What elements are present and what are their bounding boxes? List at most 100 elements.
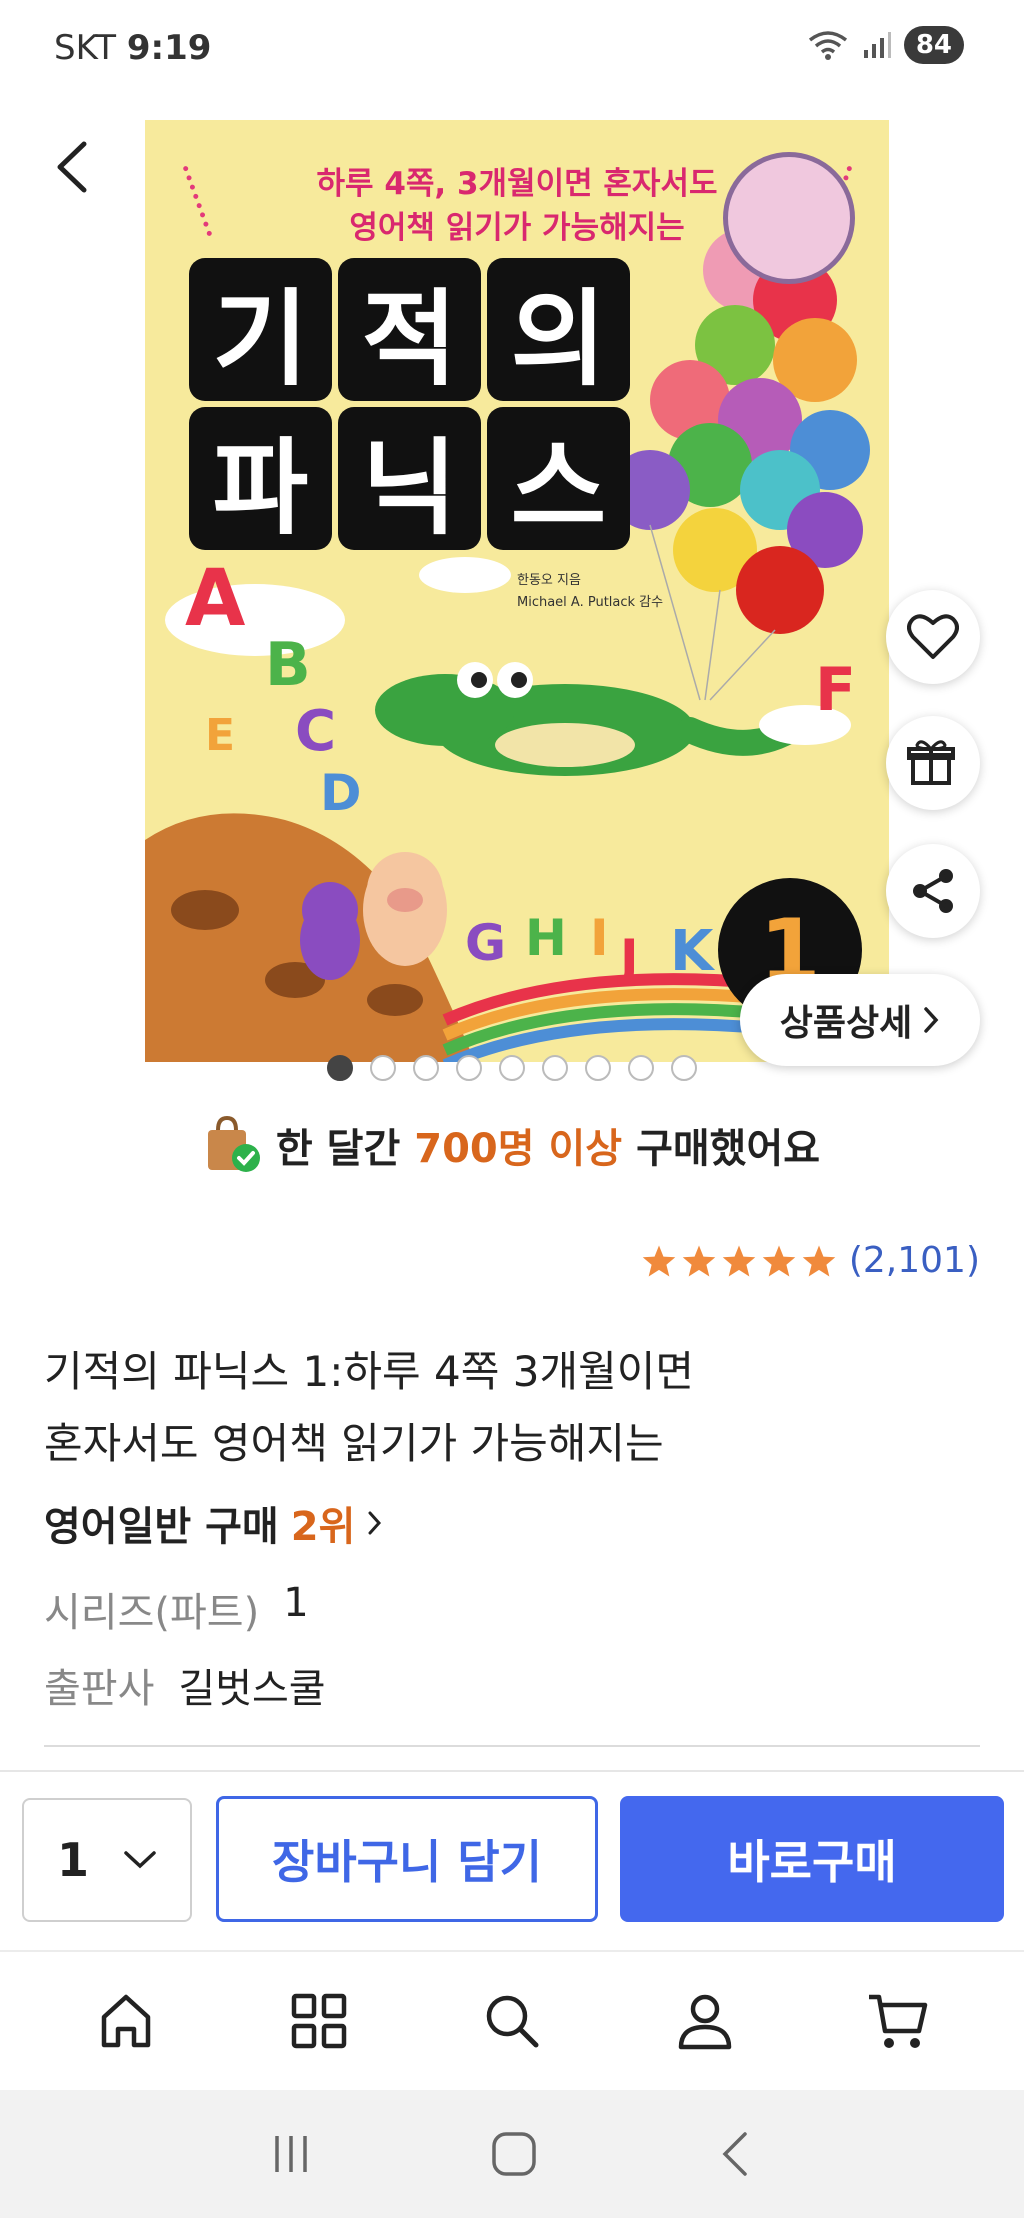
star-icon [722, 1244, 756, 1277]
pagination-dot[interactable] [456, 1055, 482, 1081]
status-time: SKT 9:19 [54, 28, 211, 68]
pagination-dot[interactable] [413, 1055, 439, 1081]
tab-home[interactable] [66, 1961, 186, 2081]
buy-now-button[interactable]: 바로구매 [620, 1796, 1004, 1922]
system-navigation-bar [0, 2090, 1024, 2218]
banner-prefix: 한 달간 [275, 1126, 401, 1172]
star-icon [802, 1244, 836, 1277]
home-button-icon[interactable] [490, 2130, 538, 2178]
divider [44, 1745, 980, 1747]
shopping-bag-check-icon [207, 1116, 260, 1172]
svg-text:C: C [295, 699, 336, 764]
letter-a: A [185, 554, 245, 644]
series-value: 1 [283, 1580, 309, 1626]
product-title: 기적의 파닉스 1:하루 4쪽 3개월이면 혼자서도 영어책 읽기가 가능해지는 [44, 1336, 924, 1480]
series-label: 시리즈(파트) [44, 1590, 260, 1636]
wishlist-button[interactable] [886, 590, 980, 684]
svg-text:H: H [525, 909, 567, 967]
chevron-down-icon [124, 1851, 156, 1869]
svg-text:J: J [617, 929, 639, 987]
rating[interactable]: (2,101) [641, 1240, 980, 1281]
rank-value: 2위 [290, 1504, 356, 1550]
cover-title-char: 적 [338, 258, 481, 401]
cover-title-char: 닉 [338, 407, 481, 550]
pagination-dot[interactable] [327, 1055, 353, 1081]
cover-author-line2: Michael A. Putlack 감수 [517, 595, 664, 610]
series-row: 시리즈(파트) 1 [44, 1580, 309, 1638]
svg-text:E: E [205, 710, 235, 761]
pagination-dot[interactable] [671, 1055, 697, 1081]
rank-category: 영어일반 구매 [44, 1504, 279, 1550]
pagination-dot[interactable] [499, 1055, 525, 1081]
tab-category[interactable] [259, 1961, 379, 2081]
add-to-cart-button[interactable]: 장바구니 담기 [216, 1796, 598, 1922]
action-bar-border [0, 1770, 1024, 1772]
product-image[interactable]: A B C D E F G H I J K 1 하루 4쪽, 3개월이면 혼자서… [145, 120, 889, 1062]
status-icons: 84 [806, 26, 964, 64]
system-back-icon[interactable] [715, 2130, 755, 2178]
search-icon [486, 1995, 539, 2048]
cover-title-char: 기 [189, 258, 332, 401]
publisher-value[interactable]: 길벗스쿨 [178, 1656, 325, 1714]
carrier-label: SKT [54, 28, 117, 68]
cover-subtitle-line1: 하루 4쪽, 3개월이면 혼자서도 [316, 166, 718, 202]
balloons [610, 228, 870, 701]
cover-subtitle-line2: 영어책 읽기가 가능해지는 [349, 210, 685, 246]
tab-search[interactable] [452, 1961, 572, 2081]
clock-label: 9:19 [126, 28, 212, 68]
svg-text:I: I [590, 909, 609, 967]
review-count[interactable]: (2,101) [849, 1240, 980, 1281]
category-grid-icon [291, 1993, 347, 2049]
cover-title-char: 스 [487, 407, 630, 550]
cover-title-char: 파 [189, 407, 332, 550]
category-rank-link[interactable]: 영어일반 구매 2위 [44, 1494, 383, 1552]
gift-button[interactable] [886, 716, 980, 810]
tab-cart[interactable] [838, 1961, 958, 2081]
star-icon [762, 1244, 796, 1277]
publisher-row: 출판사 길벗스쿨 [44, 1656, 326, 1714]
home-icon [102, 1994, 151, 2048]
share-button[interactable] [886, 844, 980, 938]
crocodile [375, 662, 818, 776]
pagination-dot[interactable] [628, 1055, 654, 1081]
cover-title-char: 의 [487, 258, 630, 401]
product-detail-button[interactable]: 상품상세 [740, 974, 980, 1066]
svg-text:K: K [670, 919, 716, 984]
cover-author: 한동오 지음 Michael A. Putlack 감수 [517, 570, 663, 614]
quantity-value: 1 [56, 1833, 89, 1887]
series-badge [723, 152, 855, 284]
publisher-label: 출판사 [44, 1666, 155, 1712]
back-button[interactable] [44, 132, 104, 202]
status-bar: SKT 9:19 84 [0, 0, 1024, 96]
bottom-tabbar [0, 1952, 1024, 2090]
product-detail-label: 상품상세 [779, 1003, 913, 1044]
banner-highlight: 700명 이상 [414, 1126, 623, 1172]
svg-text:B: B [265, 630, 311, 700]
tab-my[interactable] [645, 1961, 765, 2081]
product-title-line1: 기적의 파닉스 1:하루 4쪽 3개월이면 [44, 1347, 695, 1396]
pagination-dot[interactable] [370, 1055, 396, 1081]
chevron-right-icon [368, 1511, 382, 1535]
chevron-left-icon [57, 141, 87, 193]
product-title-line2: 혼자서도 영어책 읽기가 가능해지는 [44, 1419, 664, 1468]
share-icon [913, 869, 953, 913]
svg-text:F: F [815, 655, 856, 725]
recent-apps-icon[interactable] [269, 2132, 313, 2176]
star-icon [642, 1244, 676, 1277]
cover-title: 기 적 의 파 닉 스 [189, 258, 630, 550]
user-icon [678, 1994, 732, 2050]
cover-subtitle: 하루 4쪽, 3개월이면 혼자서도 영어책 읽기가 가능해지는 [237, 162, 797, 250]
pagination-dot[interactable] [585, 1055, 611, 1081]
svg-text:G: G [465, 914, 506, 972]
pagination-dot[interactable] [542, 1055, 568, 1081]
quantity-selector[interactable]: 1 [22, 1798, 192, 1922]
chevron-right-icon [924, 1007, 939, 1033]
battery-indicator: 84 [903, 26, 964, 64]
cart-icon [868, 1994, 927, 2048]
banner-suffix: 구매했어요 [636, 1126, 821, 1172]
gift-icon [907, 740, 955, 785]
purchase-count-banner: 한 달간 700명 이상 구매했어요 [0, 1116, 1024, 1174]
heart-icon [907, 614, 959, 659]
image-pagination [327, 1055, 697, 1081]
svg-text:D: D [320, 764, 362, 822]
